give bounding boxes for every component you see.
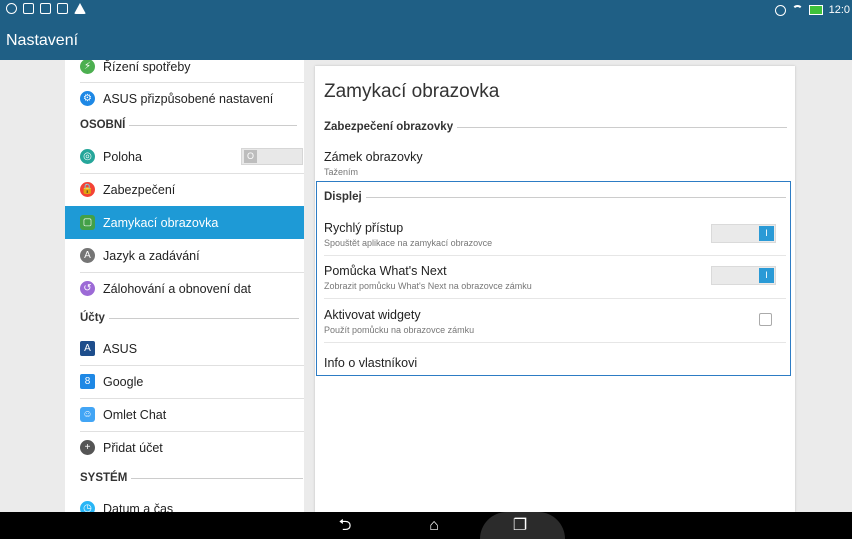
quick-access-toggle[interactable]: I xyxy=(711,224,776,243)
divider xyxy=(324,255,786,256)
notification-icons xyxy=(6,3,86,14)
list-item-lockscreen[interactable]: ▢ Zamykací obrazovka xyxy=(65,206,304,239)
list-item-backup[interactable]: ↺ Zálohování a obnovení dat xyxy=(65,272,304,305)
list-item-add-account[interactable]: + Přidat účet xyxy=(65,431,304,464)
action-bar: Nastavení xyxy=(0,22,852,60)
whats-next-toggle[interactable]: I xyxy=(711,266,776,285)
section-screen-security: Zabezpečení obrazovky xyxy=(324,121,788,133)
clock-icon: ◷ xyxy=(80,501,95,512)
widgets-sub: Použít pomůcku na obrazovce zámku xyxy=(324,325,475,335)
page-title: Zamykací obrazovka xyxy=(324,81,500,102)
alarm-icon xyxy=(774,4,786,16)
location-icon: ◎ xyxy=(80,149,95,164)
add-icon: + xyxy=(80,440,95,455)
recents-icon[interactable]: ❐ xyxy=(508,516,532,536)
home-icon[interactable]: ⌂ xyxy=(422,516,446,536)
quick-access-sub: Spouštět aplikace na zamykací obrazovce xyxy=(324,238,493,248)
sync-icon xyxy=(6,3,17,14)
widgets-title[interactable]: Aktivovat widgety xyxy=(324,308,421,322)
list-item-date-time[interactable]: ◷ Datum a čas xyxy=(65,492,304,512)
list-item-security[interactable]: 🔒 Zabezpečení xyxy=(65,173,304,206)
whats-next-sub: Zobrazit pomůcku What's Next na obrazovc… xyxy=(324,281,532,291)
language-icon: A xyxy=(80,248,95,263)
warning-icon xyxy=(74,3,86,14)
asus-settings-icon: ⚙ xyxy=(80,91,95,106)
asus-icon: A xyxy=(80,341,95,356)
status-bar: 12:0 xyxy=(0,0,852,22)
divider xyxy=(324,298,786,299)
list-item-asus-customized[interactable]: ⚙ ASUS přizpůsobené nastavení xyxy=(65,82,304,115)
screen-lock-sub: Tažením xyxy=(324,167,359,177)
screen-lock-title[interactable]: Zámek obrazovky xyxy=(324,150,423,164)
divider xyxy=(324,342,786,343)
whats-next-title[interactable]: Pomůcka What's Next xyxy=(324,264,447,278)
battery-icon xyxy=(808,5,823,15)
image-icon xyxy=(23,3,34,14)
navigation-bar: ⮌ ⌂ ❐ xyxy=(0,512,852,539)
power-icon: ⚡ xyxy=(80,60,95,74)
app-title: Nastavení xyxy=(6,32,79,49)
settings-list: ⚡ Řízení spotřeby ⚙ ASUS přizpůsobené na… xyxy=(65,60,304,512)
omlet-chat-icon: ☺ xyxy=(80,407,95,422)
owner-info-title[interactable]: Info o vlastníkovi xyxy=(324,356,417,370)
lockscreen-icon: ▢ xyxy=(80,215,95,230)
section-system: SYSTÉM xyxy=(80,468,304,488)
list-item-language[interactable]: A Jazyk a zadávání xyxy=(65,239,304,272)
list-item-asus-account[interactable]: A ASUS xyxy=(65,332,304,365)
file-icon xyxy=(40,3,51,14)
section-accounts: Účty xyxy=(80,308,299,328)
detail-panel: Zamykací obrazovka Zabezpečení obrazovky… xyxy=(315,66,795,512)
list-item-google[interactable]: 8 Google xyxy=(65,365,304,398)
list-item-power[interactable]: ⚡ Řízení spotřeby xyxy=(65,60,304,83)
clock: 12:0 xyxy=(828,4,850,16)
wifi-icon xyxy=(791,4,803,16)
backup-icon: ↺ xyxy=(80,281,95,296)
widgets-checkbox[interactable] xyxy=(759,313,772,326)
lock-icon: 🔒 xyxy=(80,182,95,197)
mail-icon xyxy=(57,3,68,14)
list-item-location[interactable]: ◎ Poloha O xyxy=(65,140,304,173)
google-icon: 8 xyxy=(80,374,95,389)
location-toggle[interactable]: O xyxy=(241,148,303,165)
system-icons: 12:0 xyxy=(774,4,850,16)
back-icon[interactable]: ⮌ xyxy=(333,516,357,536)
quick-access-title[interactable]: Rychlý přístup xyxy=(324,221,403,235)
section-personal: OSOBNÍ xyxy=(80,115,298,135)
section-display: Displej xyxy=(324,191,786,203)
list-item-omlet-chat[interactable]: ☺ Omlet Chat xyxy=(65,398,304,431)
